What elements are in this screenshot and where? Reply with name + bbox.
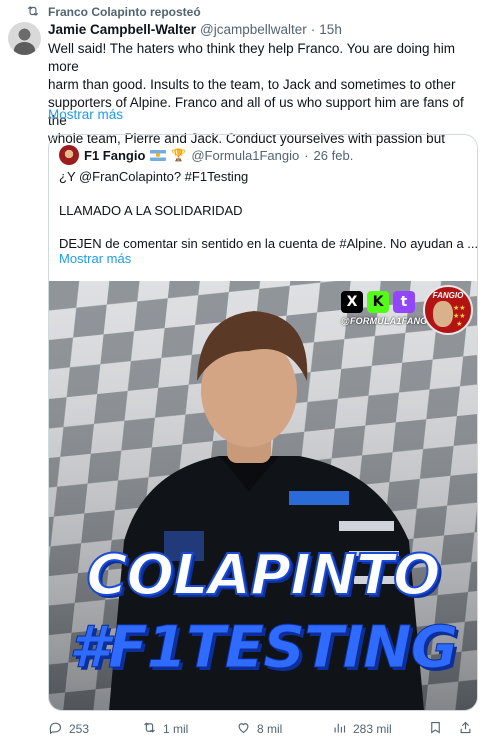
- like-button[interactable]: 8 mil: [236, 720, 282, 738]
- repost-header[interactable]: Franco Colapinto reposteó: [26, 4, 201, 20]
- tweet-time[interactable]: 15h: [319, 22, 342, 37]
- star-icons: ★★ ★★ ★: [453, 305, 466, 328]
- fangio-logo: FANGIO ★★ ★★ ★: [423, 285, 473, 335]
- fangio-portrait: [433, 301, 453, 327]
- analytics-icon: [332, 720, 347, 738]
- tweet-actions: 253 1 mil 8 mil 283 mil: [48, 720, 478, 738]
- tweet-text: Well said! The haters who think they hel…: [48, 40, 478, 148]
- reply-count: 253: [69, 722, 90, 736]
- separator-dot: ·: [304, 147, 309, 163]
- tweet-line: harm than good. Insults to the team, to …: [48, 77, 456, 92]
- quote-header: F1 Fangio 🏆 @Formula1Fangio · 26 feb.: [59, 145, 353, 165]
- x-logo-icon: X: [341, 291, 363, 313]
- quote-line: DEJEN de comentar sin sentido en la cuen…: [59, 236, 478, 251]
- tweet-line: Well said! The haters who think they hel…: [48, 41, 455, 74]
- author-handle[interactable]: @jcampbellwalter: [200, 22, 307, 37]
- quoted-tweet[interactable]: F1 Fangio 🏆 @Formula1Fangio · 26 feb. ¿Y…: [48, 134, 478, 711]
- repost-button[interactable]: 1 mil: [142, 720, 188, 738]
- views-count: 283 mil: [353, 722, 392, 736]
- views-button[interactable]: 283 mil: [332, 720, 392, 738]
- heart-icon: [236, 720, 251, 738]
- repost-icon: [142, 720, 157, 738]
- repost-count: 1 mil: [163, 722, 189, 736]
- quote-media-image[interactable]: X K t @FORMULA1FANGIO FANGIO ★★ ★★ ★ COLAP…: [49, 281, 477, 710]
- share-button[interactable]: [458, 720, 473, 738]
- argentina-flag-icon: [150, 149, 167, 161]
- media-headline: COLAPINTO: [85, 542, 441, 609]
- media-handle-tag: @FORMULA1FANGIO: [341, 316, 438, 326]
- separator-dot: ·: [310, 22, 316, 37]
- fangio-logo-text: FANGIO: [432, 291, 464, 300]
- share-icon: [458, 720, 473, 738]
- quote-line: ¿Y @FranColapinto? #F1Testing: [59, 169, 249, 184]
- repost-text: Franco Colapinto reposteó: [48, 5, 201, 19]
- quote-line: LLAMADO A LA SOLIDARIDAD: [59, 203, 243, 218]
- trophy-icon: 🏆: [171, 148, 187, 162]
- reply-button[interactable]: 253: [48, 720, 89, 738]
- quote-date[interactable]: 26 feb.: [314, 148, 354, 163]
- media-hashtag: #F1TESTING: [68, 613, 459, 682]
- quote-author-name[interactable]: F1 Fangio: [84, 148, 145, 163]
- social-badges: X K t: [341, 291, 415, 313]
- quote-avatar[interactable]: [59, 145, 79, 165]
- bookmark-button[interactable]: [428, 720, 443, 738]
- twitch-logo-icon: t: [393, 291, 415, 313]
- show-more-link[interactable]: Mostrar más: [48, 107, 123, 122]
- quote-author-handle[interactable]: @Formula1Fangio: [191, 148, 299, 163]
- like-count: 8 mil: [257, 722, 283, 736]
- bookmark-icon: [428, 720, 443, 738]
- reply-icon: [48, 720, 63, 738]
- kick-logo-icon: K: [367, 291, 389, 313]
- author-name[interactable]: Jamie Campbell-Walter: [48, 22, 196, 37]
- tweet-header: Jamie Campbell-Walter @jcampbellwalter ·…: [48, 22, 342, 37]
- author-avatar[interactable]: [8, 22, 41, 55]
- quote-show-more-link[interactable]: Mostrar más: [59, 251, 131, 266]
- repost-icon: [26, 4, 40, 21]
